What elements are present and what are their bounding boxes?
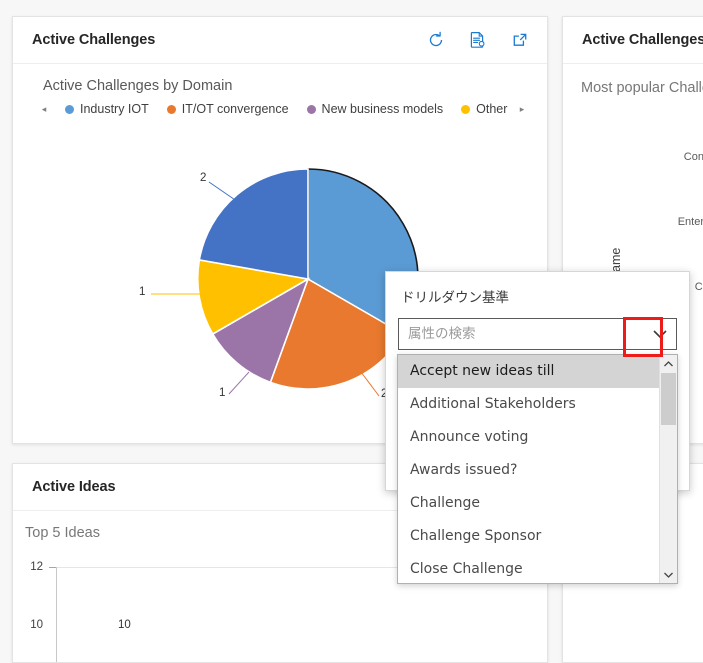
pie-label-other: 1 — [139, 286, 146, 298]
list-item[interactable]: Announce voting — [398, 421, 659, 454]
data-value-label: 10 — [118, 619, 131, 631]
scrollbar[interactable] — [659, 355, 677, 583]
popout-icon[interactable] — [511, 31, 529, 49]
legend-label: IT/OT convergence — [181, 102, 289, 116]
legend-prev-icon[interactable]: ◂ — [37, 104, 51, 115]
y-axis-tick: 12 — [30, 561, 43, 573]
bar-category-label: Connected C — [683, 151, 703, 163]
scroll-down-icon[interactable] — [660, 566, 677, 583]
drilldown-title: ドリルダウン基準 — [401, 290, 509, 306]
legend-label: Industry IOT — [80, 102, 149, 116]
legend-item-new-business-models[interactable]: New business models — [306, 102, 444, 116]
list-item[interactable]: Challenge Sponsor — [398, 520, 659, 553]
card-header-actions — [427, 31, 529, 49]
card-header: Active Challenges — [13, 17, 547, 64]
pie-slice-sustainability[interactable] — [198, 168, 309, 280]
chart-subtitle: Most popular Challe — [581, 80, 703, 96]
legend-label: Other — [476, 102, 508, 116]
page-title: Active Challenges — [582, 32, 703, 48]
legend-swatch — [65, 104, 74, 114]
legend-swatch — [166, 104, 176, 114]
pie-label-sustainability: 2 — [200, 172, 207, 184]
scroll-up-icon[interactable] — [660, 355, 677, 372]
list-item[interactable]: Awards issued? — [398, 454, 659, 487]
page-title: Active Challenges — [32, 32, 156, 48]
y-axis-line — [56, 567, 57, 662]
chevron-down-glyph — [653, 329, 667, 338]
search-input[interactable] — [399, 318, 644, 350]
pie-label-new-business-models: 1 — [219, 387, 226, 399]
legend-item-it-ot-convergence[interactable]: IT/OT convergence — [166, 102, 289, 116]
list-item[interactable]: Additional Stakeholders — [398, 388, 659, 421]
chevron-down-icon[interactable] — [644, 319, 676, 349]
list-item[interactable]: Challenge — [398, 487, 659, 520]
drilldown-options: Accept new ideas till Additional Stakeho… — [398, 355, 659, 583]
legend-item-industry-iot[interactable]: Industry IOT — [65, 102, 149, 116]
legend-label: New business models — [321, 102, 444, 116]
y-axis-tickmark — [49, 567, 56, 568]
chart-subtitle: Active Challenges by Domain — [43, 78, 233, 94]
scrollbar-thumb[interactable] — [661, 373, 676, 425]
list-item[interactable]: Close Challenge — [398, 553, 659, 583]
bar-category-label: Enterprise sus — [677, 216, 703, 228]
card-header: Active Challenges — [563, 17, 703, 64]
refresh-icon[interactable] — [427, 31, 445, 49]
list-item[interactable]: Accept new ideas till — [398, 355, 659, 388]
y-axis-tick: 10 — [30, 619, 43, 631]
legend-next-icon[interactable]: ▸ — [515, 104, 529, 115]
page-title: Active Ideas — [32, 479, 116, 495]
chart-legend: ◂ Industry IOT IT/OT convergence New bus… — [37, 100, 529, 118]
drilldown-search-field — [398, 318, 677, 350]
legend-swatch — [461, 104, 471, 114]
legend-swatch — [306, 104, 316, 114]
report-icon[interactable] — [469, 31, 487, 49]
drilldown-options-list[interactable]: Accept new ideas till Additional Stakeho… — [397, 354, 678, 584]
legend-items: Industry IOT IT/OT convergence New busin… — [51, 102, 515, 116]
legend-item-other[interactable]: Other — [461, 102, 507, 116]
